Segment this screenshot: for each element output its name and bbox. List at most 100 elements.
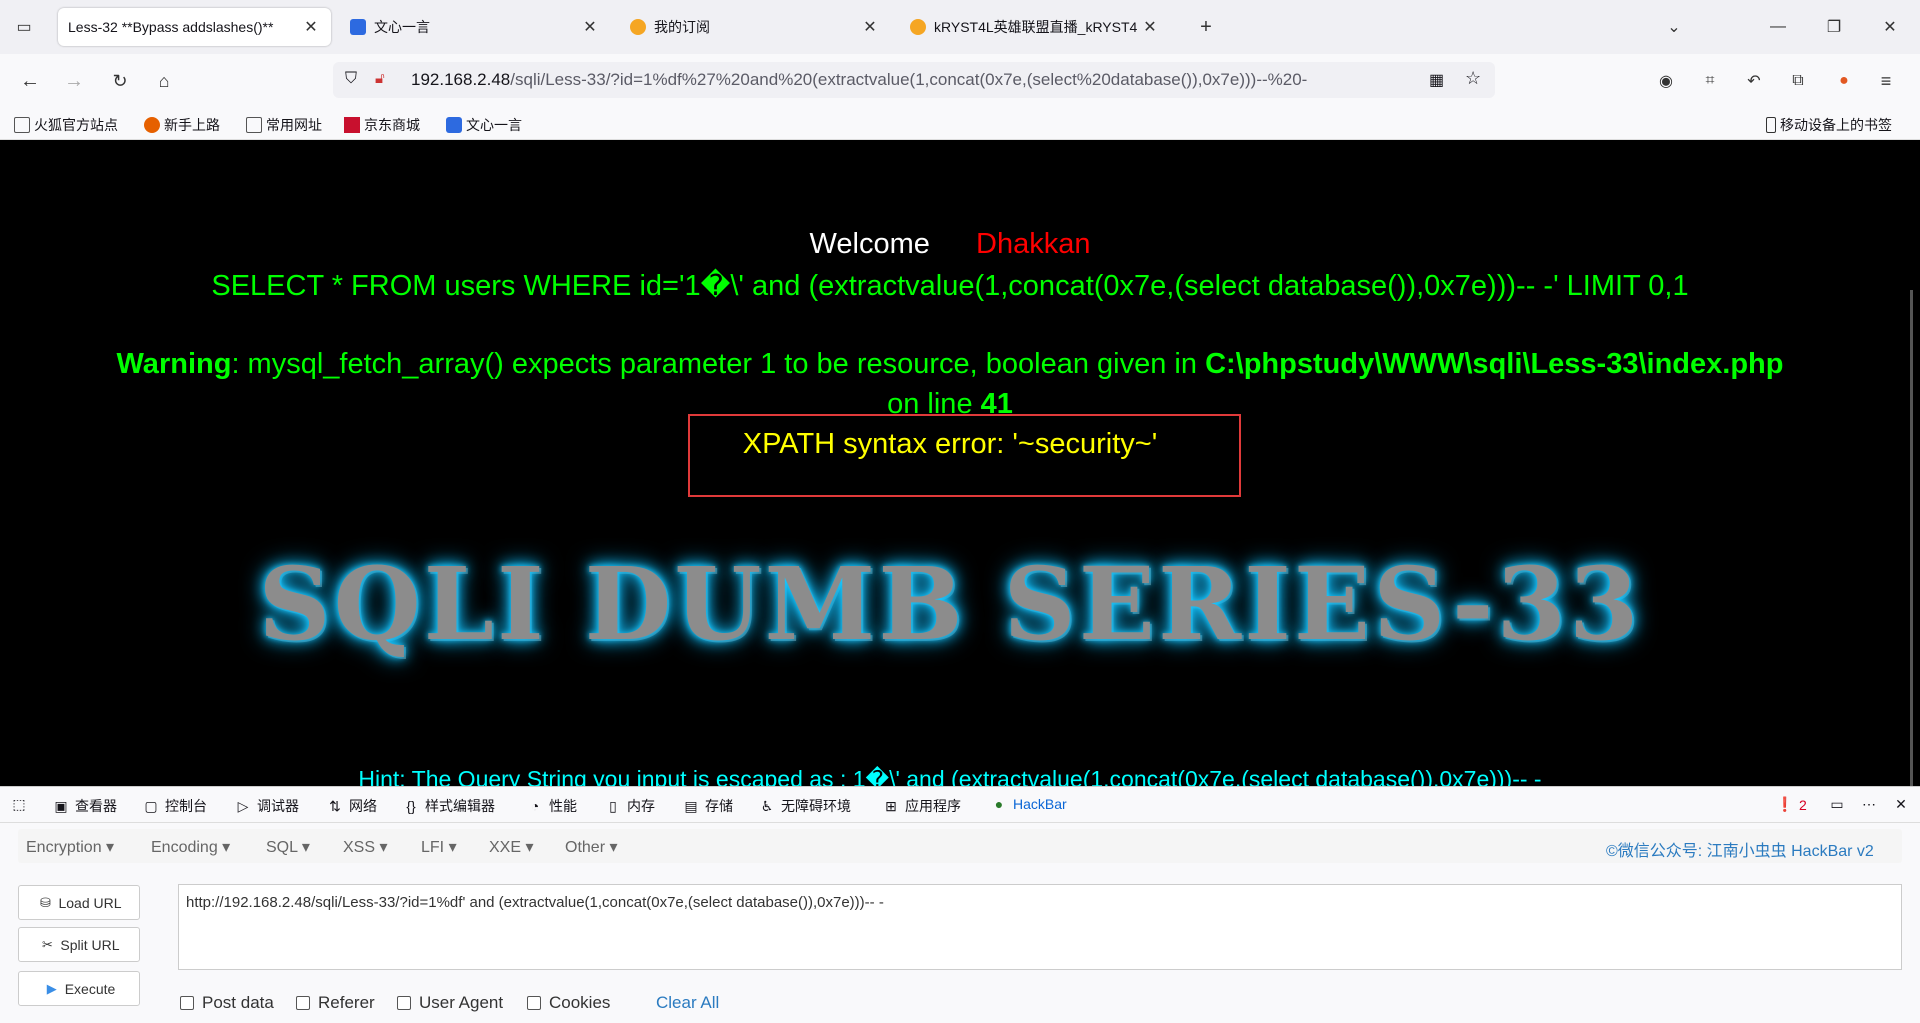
checkbox-box[interactable] (527, 996, 541, 1010)
checkbox-box[interactable] (296, 996, 310, 1010)
checkbox-label: Post data (202, 993, 274, 1012)
scissors-icon: ✂ (41, 936, 53, 952)
menu-encryption[interactable]: Encryption ▾ (26, 837, 114, 857)
close-icon[interactable]: ✕ (301, 17, 321, 37)
menu-other[interactable]: Other ▾ (565, 837, 618, 857)
close-icon[interactable]: ✕ (580, 17, 600, 37)
url-text[interactable]: 192.168.2.48/sqli/Less-33/?id=1%df%27%20… (411, 70, 1307, 90)
page-scrollbar[interactable] (1910, 290, 1913, 786)
menu-lfi[interactable]: LFI ▾ (421, 837, 457, 857)
referer-checkbox[interactable]: Referer (296, 993, 375, 1013)
checkbox-box[interactable] (397, 996, 411, 1010)
menu-xxe[interactable]: XXE ▾ (489, 837, 534, 857)
extensions-icon[interactable]: ⧉ (1784, 67, 1812, 95)
bookmark-firefox-site[interactable]: 火狐官方站点 (14, 115, 118, 135)
tab-style-editor[interactable]: {} 样式编辑器 (402, 796, 495, 816)
tab-memory[interactable]: ▯ 内存 (604, 796, 655, 816)
tab-console[interactable]: ▢ 控制台 (142, 796, 207, 816)
mobile-icon (1766, 117, 1776, 133)
bookmarks-bar: 火狐官方站点 新手上路 常用网址 京东商城 文心一言 移动设备上的书签 (0, 108, 1920, 140)
hackbar-extension-icon[interactable]: ● (1830, 67, 1858, 95)
account-icon[interactable]: ◉ (1652, 67, 1680, 95)
tab-label: 性能 (549, 798, 577, 814)
close-devtools-icon[interactable]: ✕ (1892, 796, 1915, 813)
qr-code-icon[interactable]: ▦ (1429, 70, 1444, 90)
tab-storage[interactable]: ▤ 存储 (682, 796, 733, 816)
url-bar[interactable]: ⛉ 🔓︎ 192.168.2.48/sqli/Less-33/?id=1%df%… (333, 62, 1495, 98)
tab-bar: ▭ Less-32 **Bypass addslashes()** ✕ 文心一言… (0, 0, 1920, 54)
console-icon: ▢ (144, 797, 158, 814)
close-icon[interactable]: ✕ (1140, 17, 1160, 37)
bookmark-common-urls[interactable]: 常用网址 (246, 115, 322, 135)
user-agent-checkbox[interactable]: User Agent (397, 993, 503, 1013)
tab-label: 我的订阅 (654, 19, 710, 35)
tab-less32[interactable]: Less-32 **Bypass addslashes()** ✕ (58, 8, 331, 46)
dock-icon[interactable]: ▭ (1828, 796, 1851, 813)
tab-list-icon[interactable]: ▭ (10, 13, 38, 41)
close-icon[interactable]: ✕ (860, 17, 880, 37)
home-icon[interactable]: ⌂ (150, 67, 178, 95)
debugger-icon: ▷ (237, 797, 249, 814)
bookmark-getting-started[interactable]: 新手上路 (144, 115, 220, 135)
new-tab-icon[interactable]: + (1192, 13, 1220, 41)
warning-text: : mysql_fetch_array() expects parameter … (231, 348, 1206, 380)
load-url-button[interactable]: ⛁ Load URL (18, 885, 140, 920)
warning-line: Warning: mysql_fetch_array() expects par… (0, 348, 1900, 381)
screenshot-icon[interactable]: ⌗ (1696, 67, 1724, 95)
chevron-down-icon[interactable]: ⌄ (1660, 13, 1688, 41)
menu-sql[interactable]: SQL ▾ (266, 837, 310, 857)
grid-icon: ⊞ (885, 797, 897, 814)
tab-label: 控制台 (165, 798, 207, 814)
tab-debugger[interactable]: ▷ 调试器 (234, 796, 299, 816)
jd-icon (344, 117, 360, 133)
tab-kryst4l[interactable]: kRYST4L英雄联盟直播_kRYST4 ✕ (900, 8, 1170, 46)
devtools-panel: ⬚ ▣ 查看器 ▢ 控制台 ▷ 调试器 ⇅ 网络 {} 样式编辑器 ◔ 性能 ▯ 内存 ▤ 存储… (0, 786, 1920, 1023)
restore-icon[interactable]: ❐ (1820, 13, 1848, 41)
tab-performance[interactable]: ◔ 性能 (526, 796, 577, 816)
gauge-icon: ◔ (530, 798, 540, 814)
bookmark-wenxin[interactable]: 文心一言 (446, 115, 522, 135)
hackbar-icon: ● (994, 796, 1004, 812)
more-options-icon[interactable]: ⋯ (1860, 796, 1883, 813)
tab-application[interactable]: ⊞ 应用程序 (882, 796, 961, 816)
checkbox-box[interactable] (180, 996, 194, 1010)
cookies-checkbox[interactable]: Cookies (527, 993, 610, 1013)
bookmark-label: 移动设备上的书签 (1780, 117, 1892, 133)
post-data-checkbox[interactable]: Post data (180, 993, 274, 1013)
tab-label: 应用程序 (905, 798, 961, 814)
bookmark-jd[interactable]: 京东商城 (344, 115, 420, 135)
button-label: Split URL (60, 936, 120, 953)
memory-icon: ▯ (609, 797, 617, 814)
error-count-badge[interactable]: ❗ 2 (1776, 796, 1807, 813)
element-picker-icon[interactable]: ⬚ (10, 796, 33, 813)
tab-hackbar[interactable]: ● HackBar (990, 796, 1067, 812)
clear-all-link[interactable]: Clear All (656, 993, 719, 1013)
tab-accessibility[interactable]: ♿︎ 无障碍环境 (758, 796, 851, 816)
menu-xss[interactable]: XSS ▾ (343, 837, 388, 857)
live-favicon-icon (910, 19, 926, 35)
shield-icon[interactable]: ⛉ (345, 70, 357, 88)
insecure-lock-icon[interactable]: 🔓︎ (375, 70, 385, 87)
menu-encoding[interactable]: Encoding ▾ (151, 837, 230, 857)
bookmark-mobile[interactable]: 移动设备上的书签 (1766, 115, 1892, 135)
hackbar-url-input[interactable]: http://192.168.2.48/sqli/Less-33/?id=1%d… (178, 884, 1902, 970)
reload-icon[interactable]: ↻ (106, 67, 134, 95)
tab-subscriptions[interactable]: 我的订阅 ✕ (620, 8, 890, 46)
menu-label: XSS (343, 839, 376, 856)
bookmark-label: 文心一言 (466, 117, 522, 133)
minimize-icon[interactable]: — (1764, 13, 1792, 41)
tab-wenxin[interactable]: 文心一言 ✕ (340, 8, 610, 46)
window-close-icon[interactable]: ✕ (1876, 13, 1904, 41)
menu-label: XXE (489, 839, 522, 856)
tab-network[interactable]: ⇅ 网络 (326, 796, 377, 816)
tab-inspector[interactable]: ▣ 查看器 (52, 796, 117, 816)
split-url-button[interactable]: ✂ Split URL (18, 927, 140, 962)
execute-button[interactable]: ▶ Execute (18, 971, 140, 1006)
back-icon[interactable]: ← (16, 67, 44, 95)
welcome-text: Welcome (809, 228, 930, 260)
bookmark-star-icon[interactable]: ☆ (1465, 68, 1481, 89)
undo-icon[interactable]: ↶ (1740, 67, 1768, 95)
sql-query: SELECT * FROM users WHERE id='1�\' and (… (211, 270, 1689, 302)
menu-icon[interactable]: ≡ (1872, 67, 1900, 95)
forward-icon[interactable]: → (60, 67, 88, 95)
